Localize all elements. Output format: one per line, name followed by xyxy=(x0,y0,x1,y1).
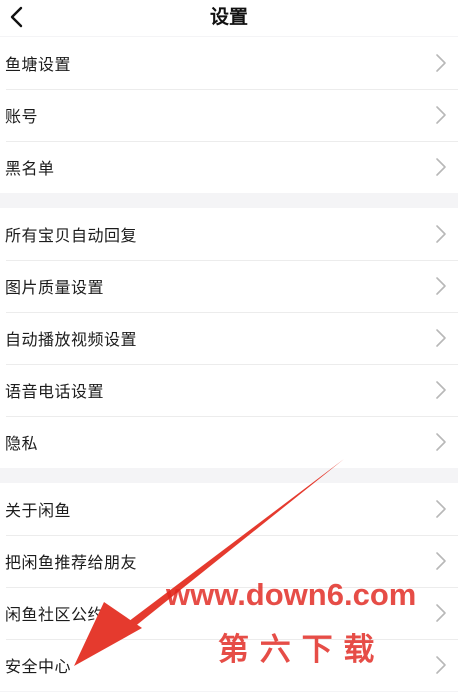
settings-row-security-center[interactable]: 安全中心 xyxy=(0,639,458,691)
settings-group-about: 关于闲鱼 把闲鱼推荐给朋友 闲鱼社区公约 安全中心 xyxy=(0,483,458,691)
chevron-right-icon xyxy=(436,381,446,399)
row-label: 所有宝贝自动回复 xyxy=(5,226,138,245)
chevron-right-icon xyxy=(436,158,446,176)
page-title: 设置 xyxy=(209,6,248,28)
settings-row-blacklist[interactable]: 黑名单 xyxy=(0,141,458,193)
chevron-right-icon xyxy=(436,54,446,72)
settings-row-fishpond[interactable]: 鱼塘设置 xyxy=(0,37,458,89)
row-label: 黑名单 xyxy=(5,159,55,178)
row-label: 安全中心 xyxy=(5,657,72,676)
settings-row-community-rules[interactable]: 闲鱼社区公约 xyxy=(0,587,458,639)
settings-row-about[interactable]: 关于闲鱼 xyxy=(0,483,458,535)
chevron-right-icon xyxy=(436,106,446,124)
settings-row-image-quality[interactable]: 图片质量设置 xyxy=(0,260,458,312)
row-label: 账号 xyxy=(5,107,39,126)
row-label: 自动播放视频设置 xyxy=(5,330,138,349)
chevron-right-icon xyxy=(436,225,446,243)
chevron-right-icon xyxy=(436,433,446,451)
row-label: 鱼塘设置 xyxy=(5,55,72,74)
settings-row-voice-call[interactable]: 语音电话设置 xyxy=(0,364,458,416)
row-label: 隐私 xyxy=(5,434,39,453)
settings-row-auto-reply[interactable]: 所有宝贝自动回复 xyxy=(0,208,458,260)
settings-group-preferences: 所有宝贝自动回复 图片质量设置 自动播放视频设置 语音电话设置 隐私 xyxy=(0,208,458,468)
chevron-right-icon xyxy=(436,656,446,674)
row-label: 图片质量设置 xyxy=(5,278,105,297)
chevron-right-icon xyxy=(436,329,446,347)
chevron-right-icon xyxy=(436,604,446,622)
row-label: 把闲鱼推荐给朋友 xyxy=(5,553,138,572)
settings-row-account[interactable]: 账号 xyxy=(0,89,458,141)
settings-row-autoplay-video[interactable]: 自动播放视频设置 xyxy=(0,312,458,364)
row-label: 关于闲鱼 xyxy=(5,501,72,520)
settings-row-recommend[interactable]: 把闲鱼推荐给朋友 xyxy=(0,535,458,587)
chevron-right-icon xyxy=(436,552,446,570)
settings-group-account: 鱼塘设置 账号 黑名单 xyxy=(0,37,458,193)
row-label: 闲鱼社区公约 xyxy=(5,605,105,624)
chevron-right-icon xyxy=(436,500,446,518)
chevron-right-icon xyxy=(436,277,446,295)
row-label: 语音电话设置 xyxy=(5,382,105,401)
settings-row-privacy[interactable]: 隐私 xyxy=(0,416,458,468)
header: 设置 xyxy=(0,0,458,36)
